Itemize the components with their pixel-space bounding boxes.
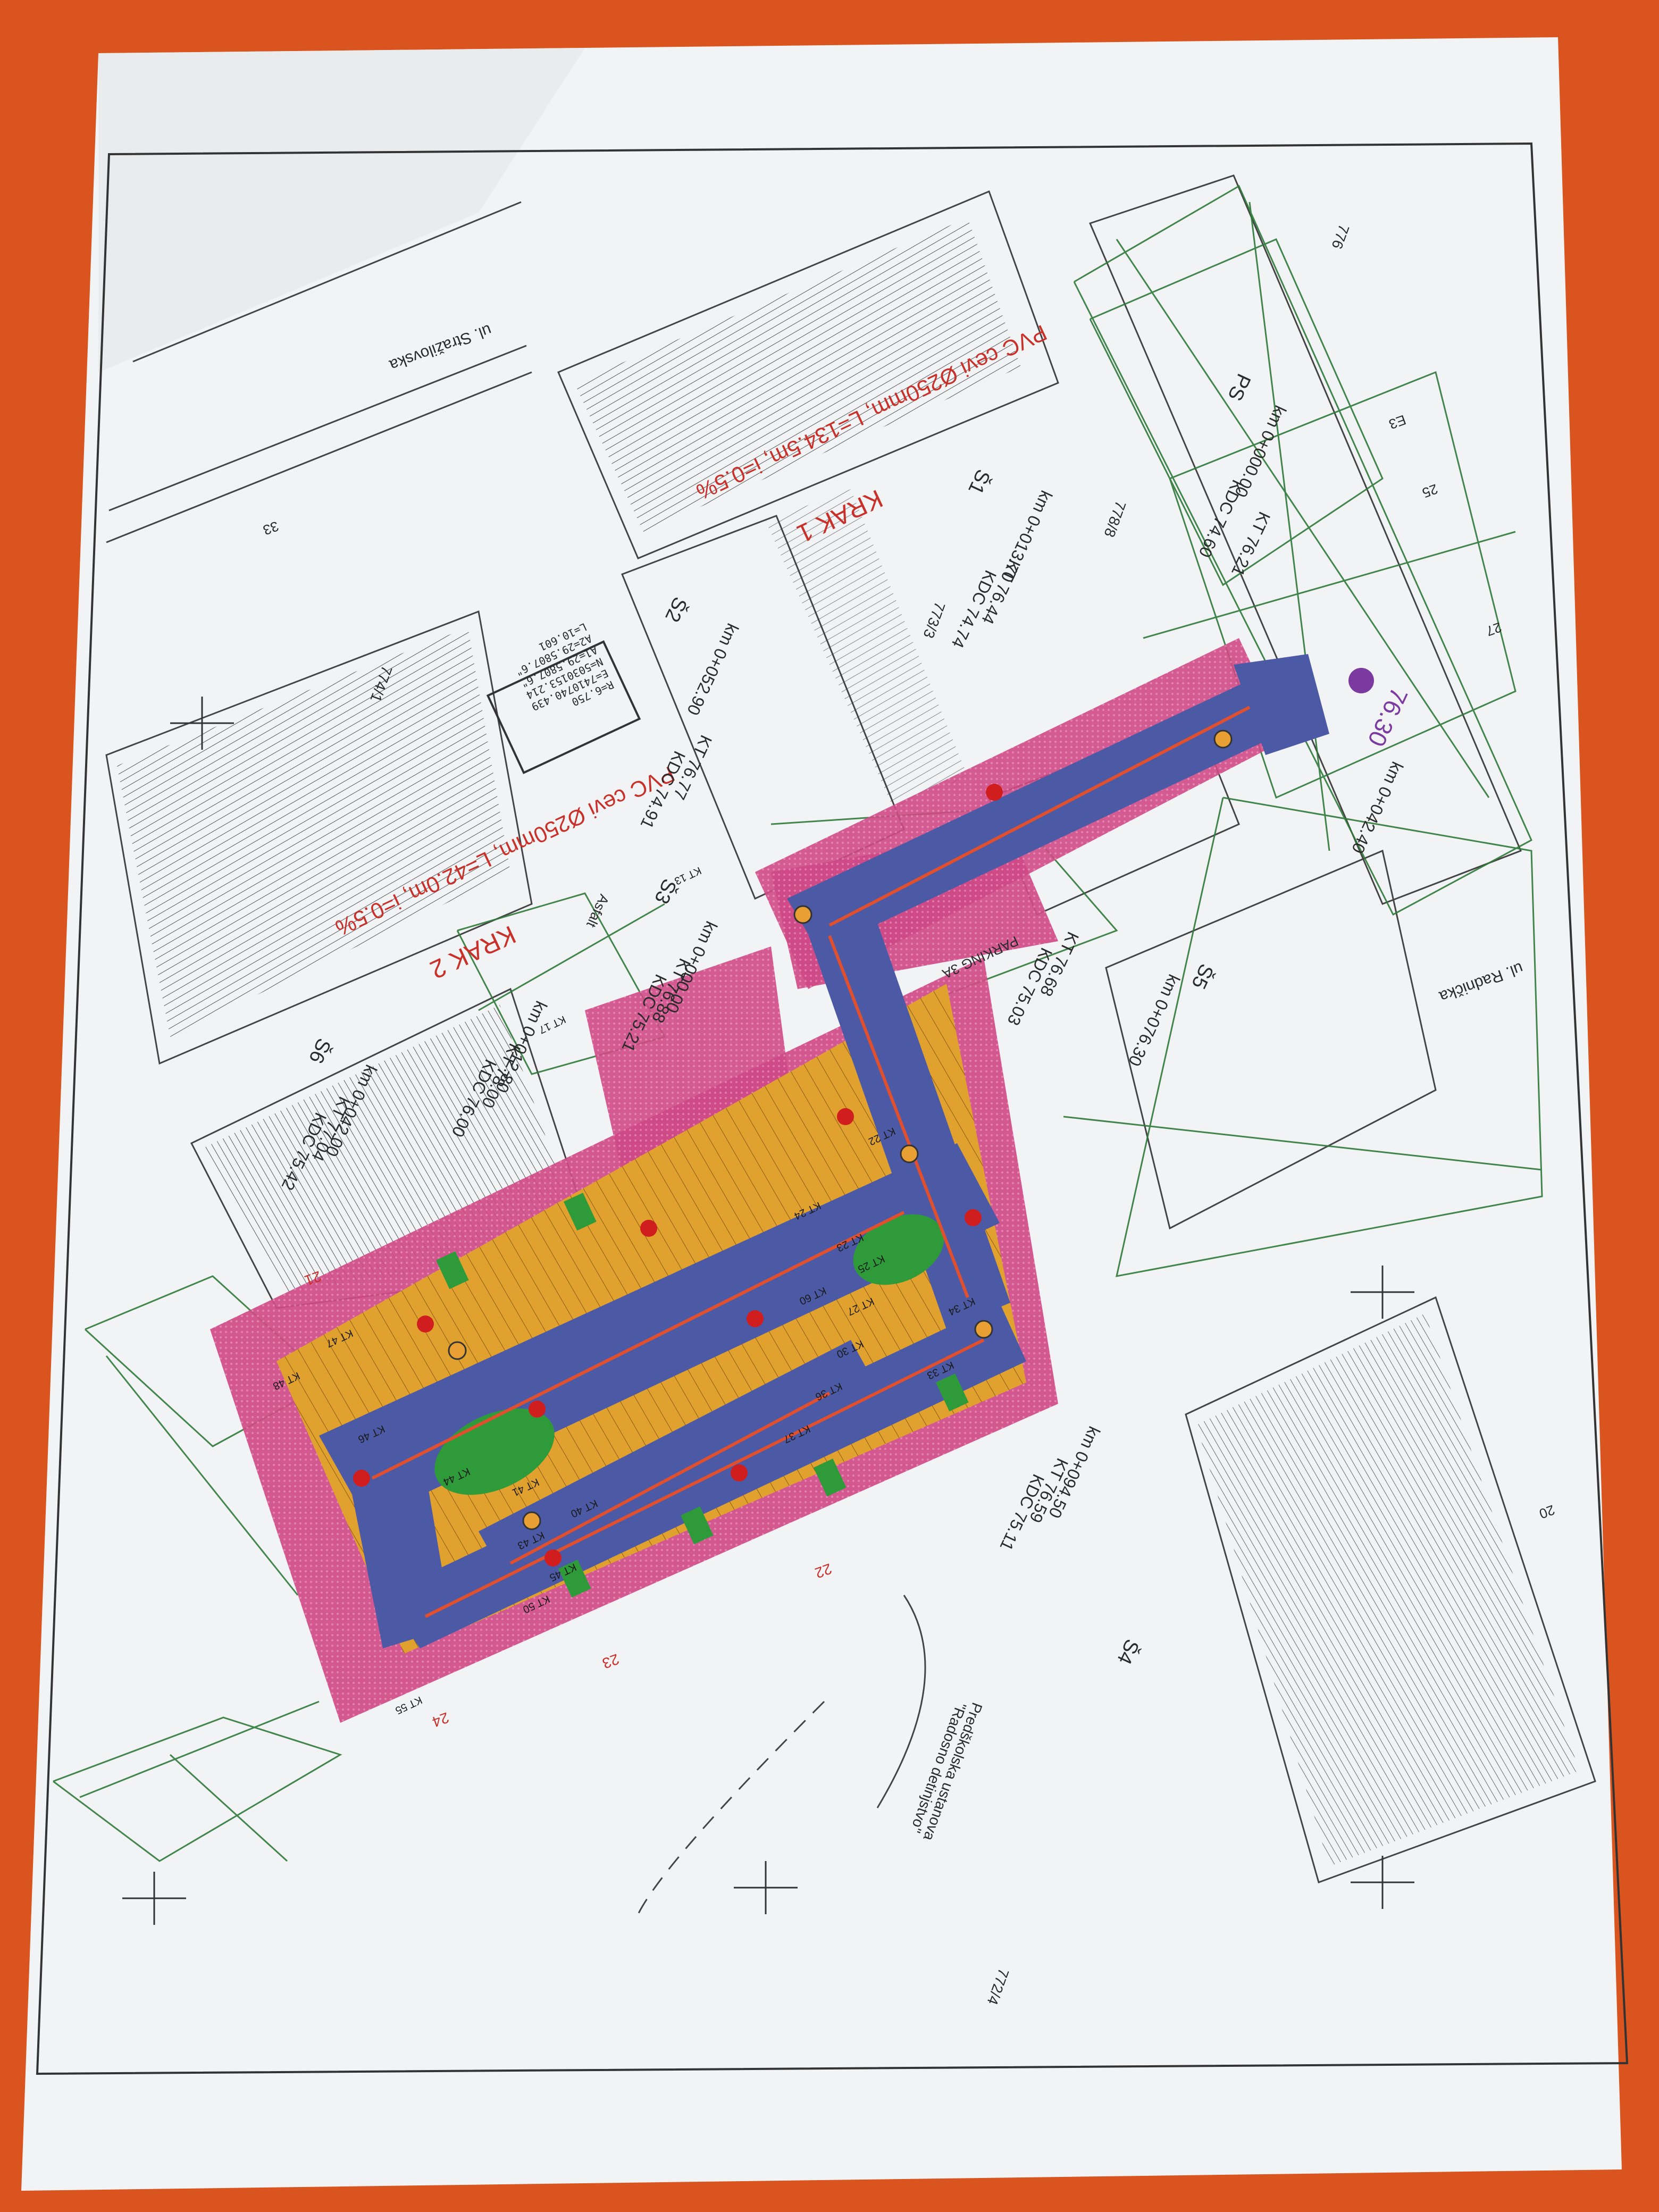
photo-scene: ul. Stražilovska ul. Radnička KRAK 1 PVC… [0,0,1659,2212]
level-marker [1348,668,1374,693]
